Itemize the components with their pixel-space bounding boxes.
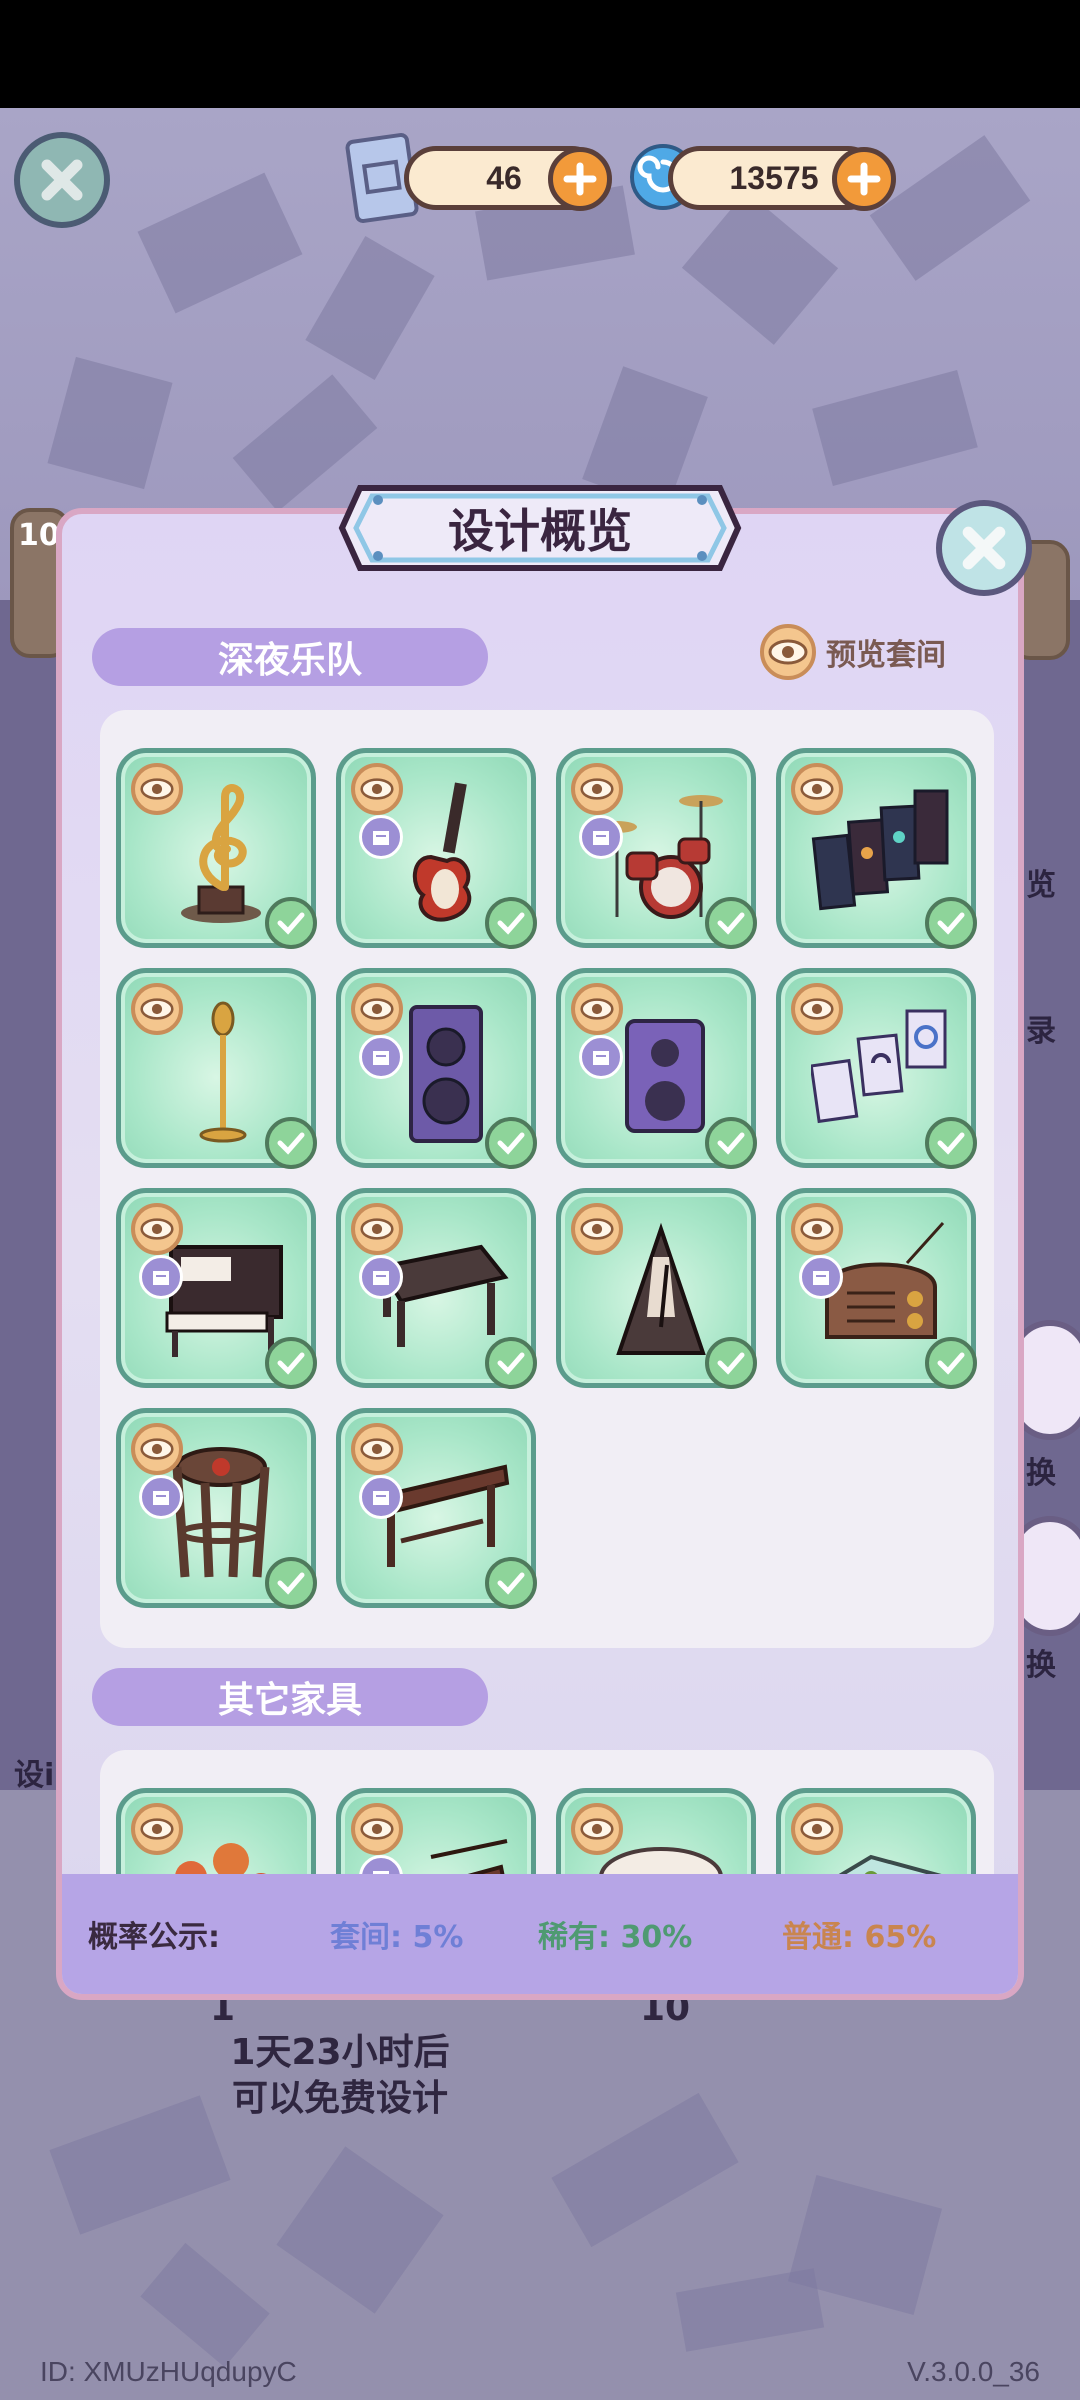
- eye-icon[interactable]: [571, 1803, 623, 1855]
- check-icon: [925, 897, 977, 949]
- furniture-tile[interactable]: [776, 1188, 977, 1389]
- eye-icon[interactable]: [131, 763, 183, 815]
- eye-icon: [760, 624, 816, 680]
- blueprint-box-icon: [579, 815, 623, 859]
- probability-rare: 稀有: 30%: [538, 1920, 693, 1955]
- eye-icon[interactable]: [351, 1803, 403, 1855]
- check-icon: [485, 1557, 537, 1609]
- close-dialog-button[interactable]: [936, 500, 1032, 596]
- side-exchange-label-2: 换: [1026, 1648, 1056, 1683]
- furniture-tile[interactable]: [116, 968, 317, 1169]
- blueprint-box-icon: [359, 1035, 403, 1079]
- free-design-line-2: 可以免费设计: [231, 2078, 448, 2119]
- eye-icon[interactable]: [351, 1423, 403, 1475]
- furniture-tile[interactable]: [776, 1788, 976, 1874]
- eye-icon[interactable]: [791, 763, 843, 815]
- version-label: V.3.0.0_36: [907, 2356, 1040, 2387]
- furniture-tile[interactable]: [776, 968, 977, 1169]
- other-items-grid: [100, 1750, 994, 1874]
- probability-label: 概率公示:: [88, 1920, 220, 1955]
- close-icon: [41, 159, 83, 201]
- eye-icon[interactable]: [351, 1203, 403, 1255]
- side-preview-label: 览: [1026, 868, 1056, 903]
- side-design-label: 设i: [14, 1758, 55, 1793]
- furniture-tile[interactable]: [336, 1408, 537, 1609]
- check-icon: [485, 1337, 537, 1389]
- blueprint-box-icon: [359, 815, 403, 859]
- suite-items-grid: [100, 710, 994, 1648]
- blueprint-box-icon: [579, 1035, 623, 1079]
- status-bar: [0, 0, 1080, 108]
- add-blueprint-button[interactable]: [548, 147, 612, 211]
- furniture-tile[interactable]: [556, 1788, 756, 1874]
- check-icon: [705, 1117, 757, 1169]
- furniture-tile[interactable]: [336, 1788, 536, 1874]
- user-id: ID: XMUzHUqdupyC: [40, 2356, 297, 2387]
- check-icon: [485, 897, 537, 949]
- blueprint-box-icon: [139, 1255, 183, 1299]
- furniture-tile[interactable]: [556, 968, 757, 1169]
- furniture-tile[interactable]: [776, 748, 977, 949]
- furniture-tile[interactable]: [336, 968, 537, 1169]
- check-icon: [925, 1117, 977, 1169]
- probability-common: 普通: 65%: [782, 1920, 937, 1955]
- furniture-tile[interactable]: [116, 748, 317, 949]
- furniture-tile[interactable]: [116, 1188, 317, 1389]
- check-icon: [485, 1117, 537, 1169]
- design-overview-dialog: 深夜乐队 预览套间 其它家具 概率公示: 套间: 5% 稀有: 30% 普通: …: [56, 508, 1024, 2000]
- background-card-number: 10: [18, 518, 60, 553]
- eye-icon[interactable]: [131, 983, 183, 1035]
- dialog-title: 设计概览: [448, 504, 632, 558]
- furniture-tile[interactable]: [336, 748, 537, 949]
- check-icon: [705, 1337, 757, 1389]
- section-title-other-furniture: 其它家具: [92, 1668, 488, 1726]
- eye-icon[interactable]: [351, 983, 403, 1035]
- plus-icon: [847, 162, 881, 196]
- check-icon: [705, 897, 757, 949]
- check-icon: [265, 1337, 317, 1389]
- probability-suite: 套间: 5%: [330, 1920, 464, 1955]
- plus-icon: [563, 162, 597, 196]
- eye-icon[interactable]: [791, 983, 843, 1035]
- furniture-tile[interactable]: [336, 1188, 537, 1389]
- eye-icon[interactable]: [131, 1423, 183, 1475]
- close-screen-button[interactable]: [14, 132, 110, 228]
- blueprint-box-icon: [359, 1255, 403, 1299]
- furniture-tile[interactable]: [116, 1408, 317, 1609]
- side-record-label: 录: [1026, 1014, 1056, 1049]
- eye-icon[interactable]: [571, 983, 623, 1035]
- free-design-line-1: 1天23小时后: [230, 2032, 450, 2073]
- section-title-late-night-band: 深夜乐队: [92, 628, 488, 686]
- eye-icon[interactable]: [791, 1803, 843, 1855]
- eye-icon[interactable]: [571, 1203, 623, 1255]
- furniture-tile[interactable]: [556, 748, 757, 949]
- eye-icon[interactable]: [571, 763, 623, 815]
- blueprint-box-icon: [139, 1475, 183, 1519]
- furniture-tile[interactable]: [556, 1188, 757, 1389]
- preview-suite-label: 预览套间: [826, 638, 946, 673]
- preview-suite-button[interactable]: 预览套间: [760, 624, 946, 680]
- blueprint-box-icon: [359, 1475, 403, 1519]
- eye-icon[interactable]: [131, 1803, 183, 1855]
- probability-bar: 概率公示: 套间: 5% 稀有: 30% 普通: 65%: [62, 1874, 1018, 1994]
- check-icon: [265, 1557, 317, 1609]
- eye-icon[interactable]: [351, 763, 403, 815]
- check-icon: [265, 1117, 317, 1169]
- add-swirl-button[interactable]: [832, 147, 896, 211]
- blueprint-box-icon: [799, 1255, 843, 1299]
- free-design-timer: 1天23小时后 可以免费设计: [140, 2030, 540, 2122]
- check-icon: [265, 897, 317, 949]
- side-exchange-label-1: 换: [1026, 1456, 1056, 1491]
- eye-icon[interactable]: [791, 1203, 843, 1255]
- furniture-tile[interactable]: [116, 1788, 316, 1874]
- eye-icon[interactable]: [131, 1203, 183, 1255]
- dialog-scroll-area[interactable]: 深夜乐队 预览套间 其它家具: [62, 514, 1018, 1874]
- check-icon: [925, 1337, 977, 1389]
- close-icon: [962, 526, 1006, 570]
